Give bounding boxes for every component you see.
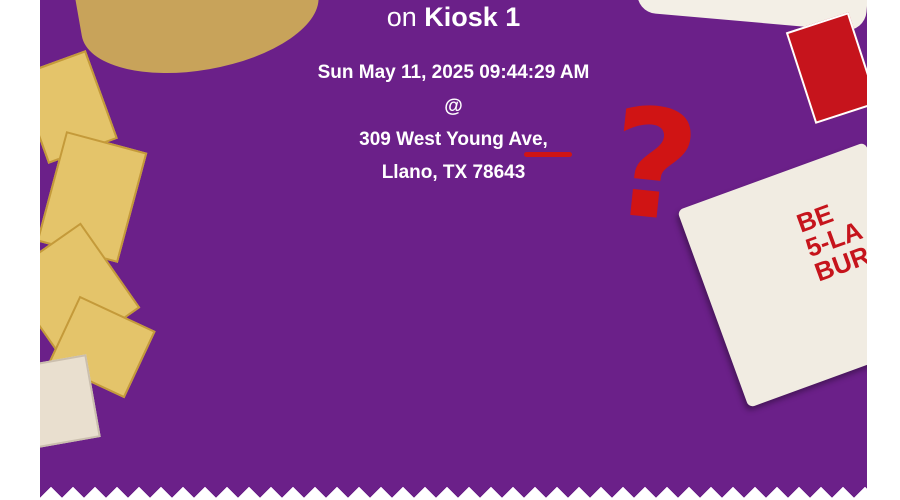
zigzag-tear-edge [40,486,867,500]
order-datetime: Sun May 11, 2025 09:44:29 AM [317,62,590,83]
question-mark-annotation: ? [601,74,706,258]
kiosk-prefix: on [386,2,417,32]
address-line-1: 309 West Young Ave, [359,129,548,150]
kiosk-line: on Kiosk 1 [40,0,867,34]
at-sign: @ [444,96,463,117]
receipt-panel: BE 5-LA BUR on Kiosk 1 Sun May 11, 2025 … [40,0,867,500]
kiosk-name: Kiosk 1 [424,2,521,32]
red-underline-annotation [524,152,572,157]
address-line-2: Llano, TX 78643 [381,162,526,183]
